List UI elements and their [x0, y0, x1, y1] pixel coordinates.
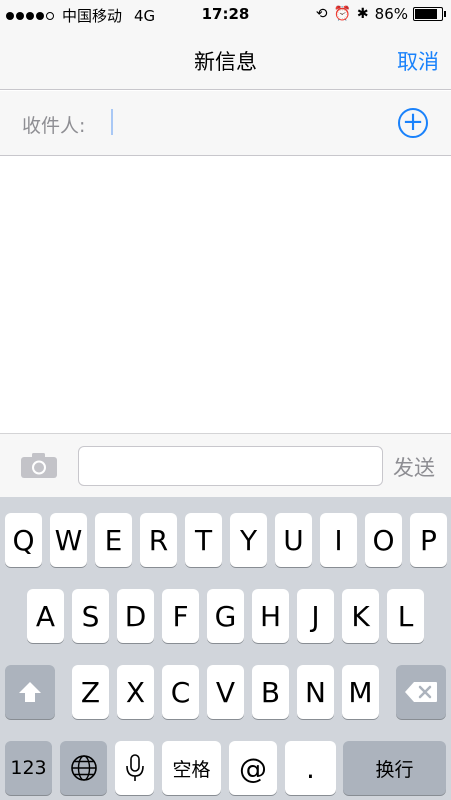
space-key[interactable]: 空格 [162, 741, 221, 795]
key-q[interactable]: Q [5, 513, 42, 567]
page-title: 新信息 [194, 50, 257, 74]
key-u[interactable]: U [275, 513, 312, 567]
plus-circle-icon: + [402, 107, 424, 137]
key-t[interactable]: T [185, 513, 222, 567]
recipient-row: 收件人: + [0, 91, 451, 156]
key-l[interactable]: L [387, 589, 424, 643]
send-button[interactable]: 发送 [393, 452, 435, 482]
key-h[interactable]: H [252, 589, 289, 643]
recipient-label: 收件人: [22, 115, 86, 137]
key-j[interactable]: J [297, 589, 334, 643]
battery-icon [413, 7, 446, 21]
backspace-icon [405, 682, 437, 702]
bluetooth-icon: ✱ [356, 6, 369, 22]
key-a[interactable]: A [27, 589, 64, 643]
key-n[interactable]: N [297, 665, 334, 719]
at-key[interactable]: @ [229, 741, 277, 795]
text-cursor [111, 109, 113, 135]
microphone-icon [125, 754, 144, 781]
globe-key[interactable] [60, 741, 107, 795]
key-p[interactable]: P [410, 513, 447, 567]
camera-button[interactable] [20, 452, 58, 479]
shift-icon [19, 682, 41, 702]
key-e[interactable]: E [95, 513, 132, 567]
period-key[interactable]: . [285, 741, 336, 795]
key-i[interactable]: I [320, 513, 357, 567]
alarm-icon: ⏰ [333, 6, 351, 22]
key-m[interactable]: M [342, 665, 379, 719]
recipient-input[interactable] [110, 107, 370, 137]
shift-key[interactable] [5, 665, 55, 719]
backspace-key[interactable] [396, 665, 446, 719]
key-b[interactable]: B [252, 665, 289, 719]
key-w[interactable]: W [50, 513, 87, 567]
battery-fill [415, 9, 438, 19]
numbers-key[interactable]: 123 [5, 741, 52, 795]
keyboard: Q W E R T Y U I O P A S D F G H J K L Z … [0, 497, 451, 800]
message-history-area [0, 157, 451, 433]
status-left: 中国移动 4G [6, 5, 155, 26]
add-contact-button[interactable]: + [398, 108, 428, 138]
navigation-bar: 新信息 取消 [0, 30, 451, 90]
globe-icon [70, 755, 97, 781]
dictation-key[interactable] [115, 741, 154, 795]
key-y[interactable]: Y [230, 513, 267, 567]
key-v[interactable]: V [207, 665, 244, 719]
camera-icon [21, 453, 57, 478]
status-right: ⟲ ⏰ ✱ 86% [310, 5, 446, 23]
key-o[interactable]: O [365, 513, 402, 567]
key-z[interactable]: Z [72, 665, 109, 719]
key-g[interactable]: G [207, 589, 244, 643]
battery-percent: 86% [374, 5, 408, 23]
key-x[interactable]: X [117, 665, 154, 719]
key-f[interactable]: F [162, 589, 199, 643]
carrier-name: 中国移动 [62, 7, 123, 25]
return-key[interactable]: 换行 [343, 741, 446, 795]
compose-bar: 发送 [0, 433, 451, 497]
key-c[interactable]: C [162, 665, 199, 719]
network-type: 4G [134, 6, 156, 25]
signal-strength-icon [6, 11, 56, 20]
key-r[interactable]: R [140, 513, 177, 567]
key-d[interactable]: D [117, 589, 154, 643]
key-s[interactable]: S [72, 589, 109, 643]
rotation-lock-icon: ⟲ [315, 6, 328, 22]
key-k[interactable]: K [342, 589, 379, 643]
status-bar: 中国移动 4G 17:28 ⟲ ⏰ ✱ 86% [0, 0, 451, 30]
cancel-button[interactable]: 取消 [397, 46, 439, 76]
message-input[interactable] [78, 446, 383, 486]
